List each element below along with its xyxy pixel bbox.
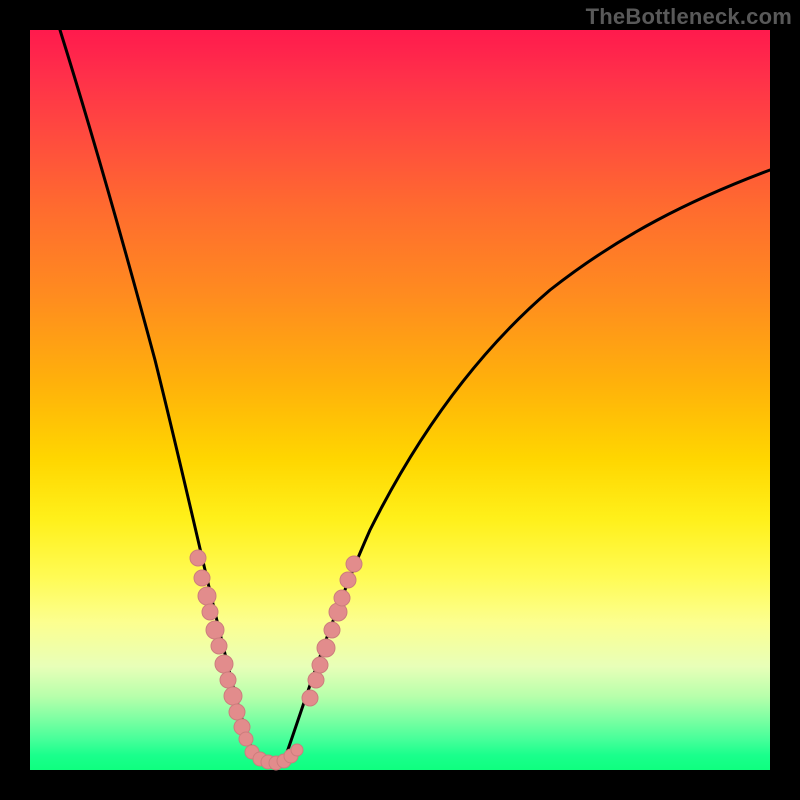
bead-cluster-right: [302, 556, 362, 706]
watermark-text: TheBottleneck.com: [586, 4, 792, 30]
plot-area: [30, 30, 770, 770]
curve-right-branch: [285, 170, 770, 758]
chart-frame: TheBottleneck.com: [0, 0, 800, 800]
curve-layer: [30, 30, 770, 770]
bead-cluster-floor: [245, 744, 303, 770]
bead-cluster-left: [190, 550, 253, 746]
